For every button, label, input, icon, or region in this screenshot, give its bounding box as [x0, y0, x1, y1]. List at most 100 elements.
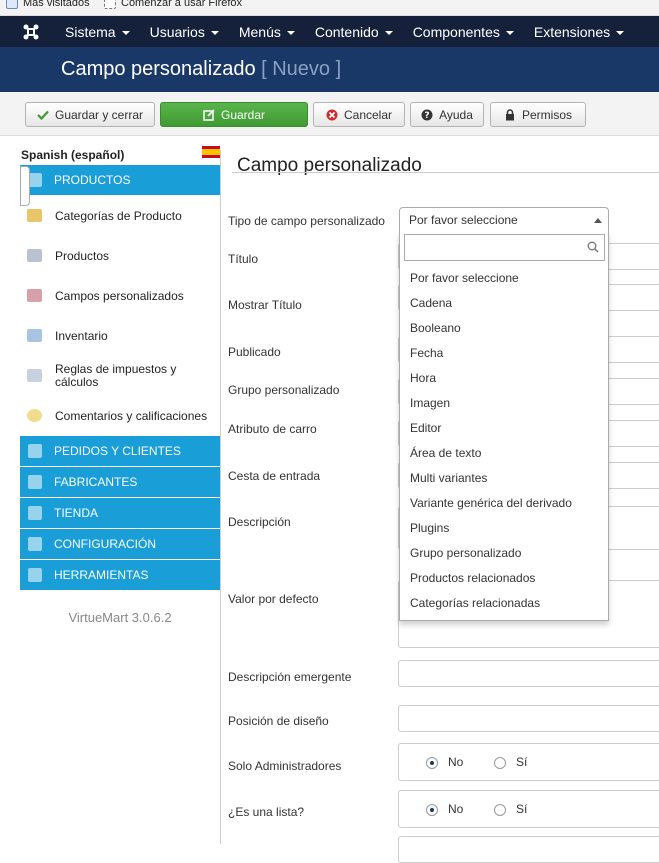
menu-label: Sistema — [65, 23, 116, 40]
menu-label: Componentes — [412, 23, 500, 40]
sidebar-item-impuestos[interactable]: Reglas de impuestos y cálculos — [20, 356, 220, 396]
page-title: Campo personalizado [ Nuevo ] — [61, 58, 341, 81]
sidebar-item-inventario[interactable]: Inventario — [20, 316, 220, 356]
label-es-lista: ¿Es una lista? — [228, 805, 305, 819]
sidebar-item-campos[interactable]: Campos personalizados — [20, 276, 220, 316]
page-title-text: Campo personalizado — [61, 58, 256, 80]
select-value: Por favor seleccione — [409, 213, 518, 227]
section-label: FABRICANTES — [54, 475, 138, 489]
dropdown-search-input[interactable] — [404, 234, 605, 261]
layout-position-input[interactable] — [398, 705, 659, 732]
dropdown-option[interactable]: Grupo personalizado — [400, 540, 608, 565]
label-descripcion-emergente: Descripción emergente — [228, 670, 352, 684]
next-field[interactable] — [398, 836, 659, 863]
custom-fields-icon — [27, 289, 42, 302]
dropdown-option[interactable]: Imagen — [400, 390, 608, 415]
field-type-select[interactable]: Por favor seleccione — [399, 207, 609, 232]
button-label: Ayuda — [439, 107, 473, 122]
wrench-icon — [28, 475, 42, 489]
comment-icon — [27, 409, 42, 422]
item-label: Comentarios y calificaciones — [55, 408, 208, 423]
dropdown-option[interactable]: Hora — [400, 365, 608, 390]
sidebar-item-categorias[interactable]: Categorías de Producto — [20, 196, 220, 236]
dropdown-option[interactable]: Editor — [400, 415, 608, 440]
admin-only-radio-group: No Sí — [398, 743, 659, 781]
chevron-down-icon — [384, 30, 393, 35]
item-label: Campos personalizados — [55, 288, 184, 303]
svg-text:?: ? — [424, 111, 429, 121]
label-publicado: Publicado — [228, 345, 281, 359]
sidebar-item-productos[interactable]: Productos — [20, 236, 220, 276]
permissions-button[interactable]: Permisos — [490, 102, 586, 127]
dropdown-option[interactable]: Productos relacionados — [400, 565, 608, 590]
menu-componentes[interactable]: Componentes — [413, 24, 514, 40]
bookmark-most-visited[interactable]: Más visitados — [6, 0, 90, 9]
label-valor-defecto: Valor por defecto — [228, 592, 319, 606]
is-list-no-radio[interactable] — [426, 804, 438, 816]
help-button[interactable]: ? Ayuda — [410, 102, 484, 127]
menu-sistema[interactable]: Sistema — [65, 24, 130, 40]
sidebar-toggle-handle[interactable] — [20, 166, 30, 206]
chevron-down-icon — [505, 30, 514, 35]
dropdown-option[interactable]: Plugins — [400, 515, 608, 540]
save-button[interactable]: Guardar — [160, 102, 308, 127]
dropdown-option[interactable]: Área de texto — [400, 440, 608, 465]
sidebar-section-configuracion[interactable]: CONFIGURACIÓN — [20, 529, 220, 560]
products-icon — [28, 173, 42, 187]
sidebar-section-herramientas[interactable]: HERRAMIENTAS — [20, 560, 220, 591]
dropdown-option[interactable]: Cadena — [400, 290, 608, 315]
label-posicion-diseno: Posición de diseño — [228, 714, 329, 728]
sidebar-section-tienda[interactable]: TIENDA — [20, 498, 220, 529]
orders-icon — [28, 444, 42, 458]
chevron-up-icon — [594, 218, 602, 223]
admin-only-no-radio[interactable] — [426, 757, 438, 769]
sidebar-item-comentarios[interactable]: Comentarios y calificaciones — [20, 396, 220, 436]
radio-label: Sí — [516, 802, 528, 816]
search-icon — [587, 241, 599, 253]
menu-usuarios[interactable]: Usuarios — [150, 24, 219, 40]
dropdown-option[interactable]: Fecha — [400, 340, 608, 365]
sidebar: PRODUCTOS Categorías de Producto Product… — [20, 165, 220, 591]
menu-label: Usuarios — [149, 23, 205, 40]
folder-icon — [27, 209, 42, 222]
label-titulo: Título — [228, 252, 259, 266]
section-label: HERRAMIENTAS — [54, 568, 149, 582]
menu-extensiones[interactable]: Extensiones — [533, 23, 625, 40]
admin-only-yes-radio[interactable] — [494, 757, 506, 769]
bookmark-getting-started[interactable]: Comenzar a usar Firefox — [104, 0, 242, 9]
dropdown-option[interactable]: Multi variantes — [400, 465, 608, 490]
menu-label: Contenido — [314, 23, 379, 40]
save-close-button[interactable]: Guardar y cerrar — [25, 102, 155, 127]
joomla-logo-icon[interactable] — [22, 23, 40, 41]
sidebar-section-pedidos[interactable]: PEDIDOS Y CLIENTES — [20, 436, 220, 467]
spain-flag-icon — [202, 146, 220, 158]
item-label: Reglas de impuestos y cálculos — [55, 362, 177, 389]
dropdown-option[interactable]: Variante genérica del derivado — [400, 490, 608, 515]
button-label: Permisos — [521, 107, 572, 122]
camera-icon — [27, 249, 42, 262]
dropdown-option[interactable]: Categorías relacionadas — [400, 590, 608, 615]
bookmark-page-icon — [104, 0, 116, 9]
dropdown-option[interactable]: Booleano — [400, 315, 608, 340]
sidebar-section-productos[interactable]: PRODUCTOS — [20, 165, 220, 196]
button-label: Guardar — [220, 107, 266, 122]
chevron-down-icon — [210, 30, 219, 35]
label-solo-admin: Solo Administradores — [228, 759, 342, 773]
label-atributo-carro: Atributo de carro — [228, 422, 317, 436]
is-list-yes-radio[interactable] — [494, 804, 506, 816]
label-tipo: Tipo de campo personalizado — [228, 214, 385, 228]
menu-menus[interactable]: Menús — [239, 24, 295, 40]
button-label: Cancelar — [343, 107, 393, 122]
section-label: TIENDA — [54, 506, 99, 520]
menu-contenido[interactable]: Contenido — [315, 24, 393, 40]
admin-menu-bar: Sistema Usuarios Menús Contenido Compone… — [0, 16, 659, 47]
cancel-button[interactable]: Cancelar — [313, 102, 405, 127]
tooltip-input[interactable] — [398, 660, 659, 687]
menu-label: Extensiones — [533, 23, 611, 40]
edit-icon — [203, 108, 215, 121]
sidebar-section-fabricantes[interactable]: FABRICANTES — [20, 467, 220, 498]
section-label: PRODUCTOS — [54, 173, 131, 187]
dropdown-option[interactable]: Por favor seleccione — [400, 265, 608, 290]
bookmarks-bar: Más visitados Comenzar a usar Firefox — [0, 0, 659, 16]
section-label: PEDIDOS Y CLIENTES — [54, 444, 181, 458]
